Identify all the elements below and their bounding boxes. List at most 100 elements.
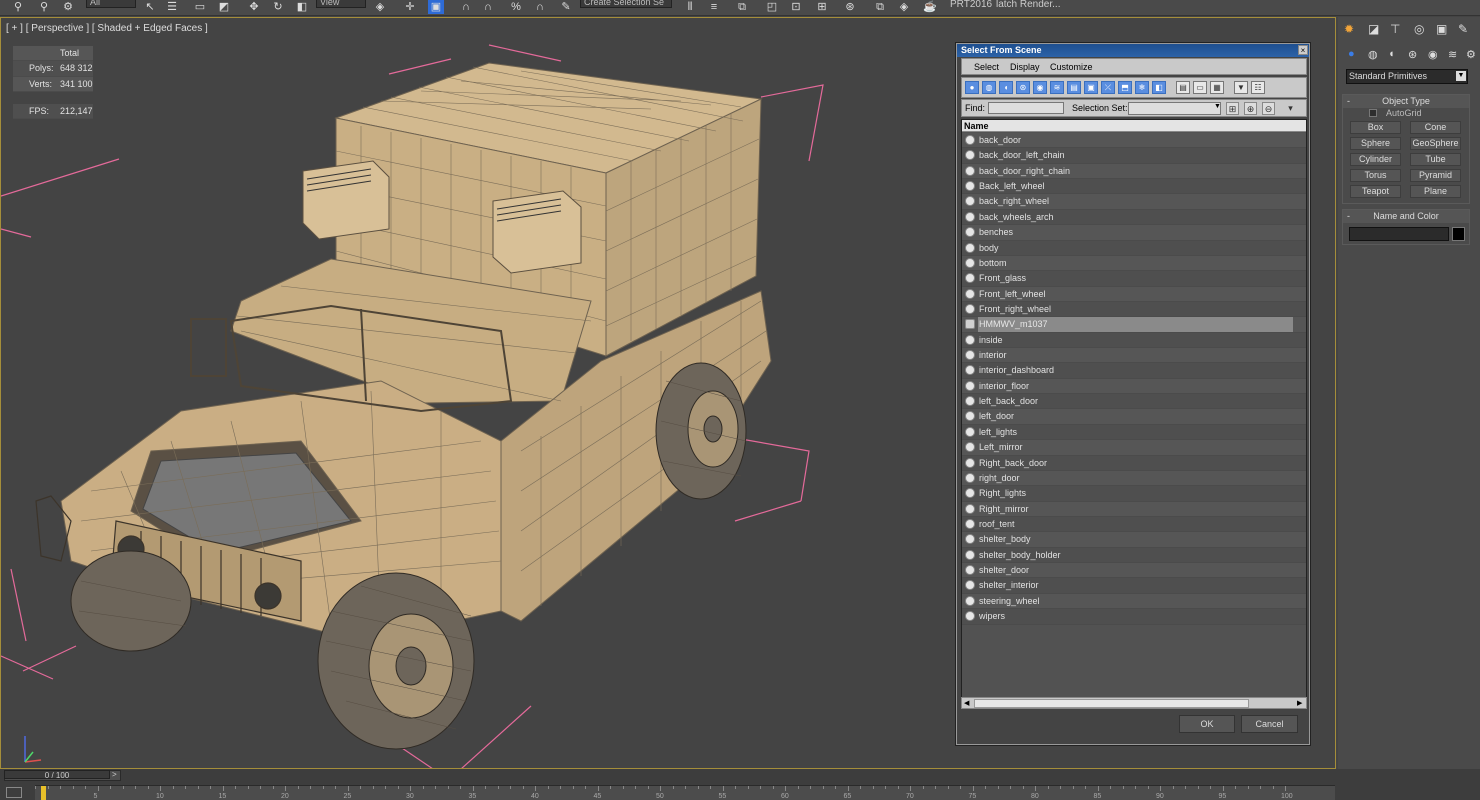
scroll-left-icon[interactable]: ◀	[964, 699, 969, 707]
list-item[interactable]: body	[962, 240, 1306, 256]
spacewarps-filter-icon[interactable]: ≋	[1050, 81, 1064, 94]
hidden-filter-icon[interactable]: ◧	[1152, 81, 1166, 94]
mirror-icon[interactable]: ⫴	[682, 0, 698, 14]
primitive-button-torus[interactable]: Torus	[1350, 169, 1401, 182]
add-to-set-icon[interactable]: ⊕	[1244, 102, 1257, 115]
selection-set-dropdown[interactable]	[1128, 102, 1221, 115]
batch-render-label[interactable]: latch Render...	[996, 0, 1060, 10]
list-item[interactable]: bottom	[962, 255, 1306, 272]
groups-filter-icon[interactable]: ▤	[1067, 81, 1081, 94]
list-item[interactable]: back_door_left_chain	[962, 148, 1306, 164]
scale-icon[interactable]: ◧	[294, 0, 310, 14]
list-item[interactable]: Right_lights	[962, 486, 1306, 502]
render-setup-icon[interactable]: ⧉	[872, 0, 888, 14]
object-type-header[interactable]: - Object Type	[1343, 95, 1469, 108]
cancel-button[interactable]: Cancel	[1241, 715, 1298, 733]
schematic-icon[interactable]: ⊞	[814, 0, 830, 14]
utilities-tab-icon[interactable]: ✎	[1458, 22, 1468, 36]
horizontal-scrollbar[interactable]: ◀ ▶	[961, 697, 1307, 709]
link-icon[interactable]: ⚲	[10, 0, 26, 14]
bones-filter-icon[interactable]: ⤫	[1101, 81, 1115, 94]
remove-from-set-icon[interactable]: ⊖	[1262, 102, 1275, 115]
primitive-button-sphere[interactable]: Sphere	[1350, 137, 1401, 150]
list-item[interactable]: steering_wheel	[962, 593, 1306, 610]
name-color-header[interactable]: - Name and Color	[1343, 210, 1469, 223]
helpers-icon[interactable]: ◉	[1428, 48, 1438, 61]
window-crossing-icon[interactable]: ◩	[216, 0, 232, 14]
list-item[interactable]: inside	[962, 332, 1306, 349]
track-bar-icon[interactable]	[6, 787, 22, 798]
filter-icon[interactable]: ▼	[1234, 81, 1248, 94]
select-by-name-icon[interactable]: ☰	[164, 0, 180, 14]
scroll-right-icon[interactable]: ▶	[1297, 699, 1302, 707]
cameras-filter-icon[interactable]: ⊛	[1016, 81, 1030, 94]
list-item[interactable]: Right_back_door	[962, 455, 1306, 471]
angle-snap-icon[interactable]: ∩	[480, 0, 496, 14]
list-item[interactable]: Right_mirror	[962, 501, 1306, 517]
containers-filter-icon[interactable]: ⬒	[1118, 81, 1132, 94]
selection-filter-dropdown[interactable]: All	[86, 0, 136, 8]
list-item[interactable]: left_lights	[962, 424, 1306, 441]
list-item[interactable]: left_door	[962, 409, 1306, 425]
time-slider-thumb[interactable]: 0 / 100	[4, 770, 110, 780]
menu-select[interactable]: Select	[974, 62, 999, 72]
scrollbar-thumb[interactable]	[974, 699, 1249, 708]
filter-options-icon[interactable]: ☷	[1251, 81, 1265, 94]
list-item[interactable]: shelter_body	[962, 532, 1306, 548]
prt-label[interactable]: PRT2016	[950, 0, 992, 10]
list-item[interactable]: Front_glass	[962, 271, 1306, 287]
manipulate-icon[interactable]: ✛	[402, 0, 418, 14]
object-name-field[interactable]	[1349, 227, 1449, 241]
modify-tab-icon[interactable]: ◪	[1368, 22, 1379, 36]
list-item[interactable]: shelter_body_holder	[962, 547, 1306, 564]
list-item[interactable]: shelter_door	[962, 563, 1306, 579]
snap-3d-icon[interactable]: ∩	[458, 0, 474, 14]
ok-button[interactable]: OK	[1179, 715, 1235, 733]
lights-icon[interactable]: ◖	[1388, 48, 1395, 60]
autogrid-checkbox[interactable]	[1369, 109, 1377, 117]
primitive-button-teapot[interactable]: Teapot	[1350, 185, 1401, 198]
hierarchy-tab-icon[interactable]: ⊤	[1390, 22, 1400, 36]
reference-coord-dropdown[interactable]: View	[316, 0, 366, 8]
list-item[interactable]: back_wheels_arch	[962, 209, 1306, 226]
create-set-icon[interactable]: ⊞	[1226, 102, 1239, 115]
named-selection-dropdown[interactable]: Create Selection Se	[580, 0, 672, 8]
list-item[interactable]: benches	[962, 225, 1306, 241]
list-item[interactable]: shelter_interior	[962, 578, 1306, 594]
current-frame-marker[interactable]	[41, 786, 46, 800]
list-item[interactable]: Front_left_wheel	[962, 286, 1306, 302]
bind-space-warp-icon[interactable]: ⚙	[60, 0, 76, 14]
unlink-icon[interactable]: ⚲	[36, 0, 52, 14]
select-object-icon[interactable]: ↖	[142, 0, 158, 14]
primitive-button-pyramid[interactable]: Pyramid	[1410, 169, 1461, 182]
list-item[interactable]: Front_right_wheel	[962, 301, 1306, 318]
pivot-center-icon[interactable]: ◈	[372, 0, 388, 14]
dropdown-arrow-icon[interactable]: ▼	[1456, 71, 1466, 81]
curve-editor-icon[interactable]: ⊡	[788, 0, 804, 14]
keyboard-shortcut-icon[interactable]: ▣	[428, 0, 444, 14]
create-tab-icon[interactable]: ✹	[1344, 22, 1354, 36]
cameras-icon[interactable]: ⊛	[1408, 48, 1417, 61]
primitive-button-geosphere[interactable]: GeoSphere	[1410, 137, 1461, 150]
display-none-icon[interactable]: ▭	[1193, 81, 1207, 94]
list-item[interactable]: wipers	[962, 609, 1306, 625]
move-icon[interactable]: ✥	[246, 0, 262, 14]
frozen-filter-icon[interactable]: ❄	[1135, 81, 1149, 94]
list-item[interactable]: Left_mirror	[962, 440, 1306, 456]
display-tab-icon[interactable]: ▣	[1436, 22, 1447, 36]
graphite-icon[interactable]: ◰	[764, 0, 780, 14]
rotate-icon[interactable]: ↻	[270, 0, 286, 14]
primitive-button-box[interactable]: Box	[1350, 121, 1401, 134]
list-item[interactable]: back_door	[962, 133, 1306, 149]
list-item[interactable]: back_door_right_chain	[962, 163, 1306, 180]
primitive-button-plane[interactable]: Plane	[1410, 185, 1461, 198]
primitive-button-cone[interactable]: Cone	[1410, 121, 1461, 134]
xrefs-filter-icon[interactable]: ▣	[1084, 81, 1098, 94]
spinner-snap-icon[interactable]: ∩	[532, 0, 548, 14]
render-icon[interactable]: ☕	[922, 0, 938, 14]
material-editor-icon[interactable]: ⊛	[842, 0, 858, 14]
list-item[interactable]: Back_left_wheel	[962, 179, 1306, 195]
align-icon[interactable]: ≡	[706, 0, 722, 14]
viewport-label[interactable]: [ + ] [ Perspective ] [ Shaded + Edged F…	[6, 23, 208, 34]
shapes-filter-icon[interactable]: ◍	[982, 81, 996, 94]
